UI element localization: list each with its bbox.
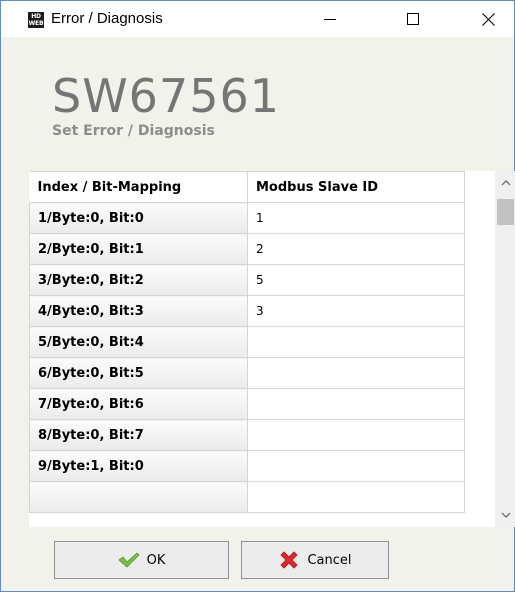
table-row: 7/Byte:0, Bit:6 xyxy=(29,388,465,420)
product-code: SW67561 xyxy=(52,69,281,123)
page-subtitle: Set Error / Diagnosis xyxy=(52,123,215,139)
row-index-cell: 2/Byte:0, Bit:1 xyxy=(29,233,248,265)
maximize-icon xyxy=(407,13,419,25)
red-x-icon xyxy=(280,551,299,569)
table-row: 4/Byte:0, Bit:3 3 xyxy=(29,295,465,327)
mapping-grid: Index / Bit-Mapping Modbus Slave ID 1/By… xyxy=(29,171,515,527)
title-bar[interactable]: HD WEB Error / Diagnosis xyxy=(1,1,514,37)
table-row: 2/Byte:0, Bit:1 2 xyxy=(29,233,465,265)
table-row: 9/Byte:1, Bit:0 xyxy=(29,450,465,482)
slave-id-cell[interactable] xyxy=(247,481,465,513)
slave-id-cell[interactable] xyxy=(247,388,465,420)
table-row: 8/Byte:0, Bit:7 xyxy=(29,419,465,451)
maximize-button[interactable] xyxy=(390,1,436,37)
row-index-cell: 5/Byte:0, Bit:4 xyxy=(29,326,248,358)
row-index-cell: 1/Byte:0, Bit:0 xyxy=(29,202,248,234)
close-button[interactable] xyxy=(465,1,511,37)
minimize-button[interactable] xyxy=(307,1,353,37)
app-logo-icon: HD WEB xyxy=(28,12,44,28)
table-row: 3/Byte:0, Bit:2 5 xyxy=(29,264,465,296)
row-index-cell: 6/Byte:0, Bit:5 xyxy=(29,357,248,389)
vertical-scrollbar[interactable] xyxy=(495,171,515,527)
dialog-window: HD WEB Error / Diagnosis SW67561 Set Err… xyxy=(0,0,515,592)
table-header-row: Index / Bit-Mapping Modbus Slave ID xyxy=(29,171,465,203)
slave-id-cell[interactable]: 3 xyxy=(247,295,465,327)
slave-id-cell[interactable]: 1 xyxy=(247,202,465,234)
close-icon xyxy=(481,12,495,26)
slave-id-cell[interactable] xyxy=(247,357,465,389)
scrollbar-thumb[interactable] xyxy=(497,199,514,225)
mapping-table: Index / Bit-Mapping Modbus Slave ID 1/By… xyxy=(29,171,465,513)
minimize-icon xyxy=(324,19,336,20)
row-index-cell xyxy=(29,481,248,513)
cancel-label: Cancel xyxy=(307,552,352,568)
row-index-cell: 4/Byte:0, Bit:3 xyxy=(29,295,248,327)
scroll-down-button[interactable] xyxy=(495,503,515,527)
slave-id-cell[interactable] xyxy=(247,450,465,482)
table-row: 1/Byte:0, Bit:0 1 xyxy=(29,202,465,234)
slave-id-cell[interactable]: 5 xyxy=(247,264,465,296)
ok-label: OK xyxy=(146,552,166,568)
table-row xyxy=(29,481,465,513)
column-header-index[interactable]: Index / Bit-Mapping xyxy=(29,171,248,203)
slave-id-cell[interactable] xyxy=(247,326,465,358)
slave-id-cell[interactable]: 2 xyxy=(247,233,465,265)
row-index-cell: 3/Byte:0, Bit:2 xyxy=(29,264,248,296)
cancel-button[interactable]: Cancel xyxy=(241,541,389,579)
chevron-up-icon xyxy=(501,180,510,186)
row-index-cell: 8/Byte:0, Bit:7 xyxy=(29,419,248,451)
checkmark-icon xyxy=(117,552,140,568)
dialog-footer: OK Cancel xyxy=(1,527,514,591)
header-panel: SW67561 Set Error / Diagnosis xyxy=(1,37,514,155)
window-title: Error / Diagnosis xyxy=(51,10,163,27)
ok-button[interactable]: OK xyxy=(54,541,229,579)
row-index-cell: 7/Byte:0, Bit:6 xyxy=(29,388,248,420)
row-index-cell: 9/Byte:1, Bit:0 xyxy=(29,450,248,482)
table-row: 6/Byte:0, Bit:5 xyxy=(29,357,465,389)
chevron-down-icon xyxy=(501,512,510,518)
slave-id-cell[interactable] xyxy=(247,419,465,451)
scroll-up-button[interactable] xyxy=(495,171,515,195)
table-row: 5/Byte:0, Bit:4 xyxy=(29,326,465,358)
column-header-slave-id[interactable]: Modbus Slave ID xyxy=(247,171,465,203)
